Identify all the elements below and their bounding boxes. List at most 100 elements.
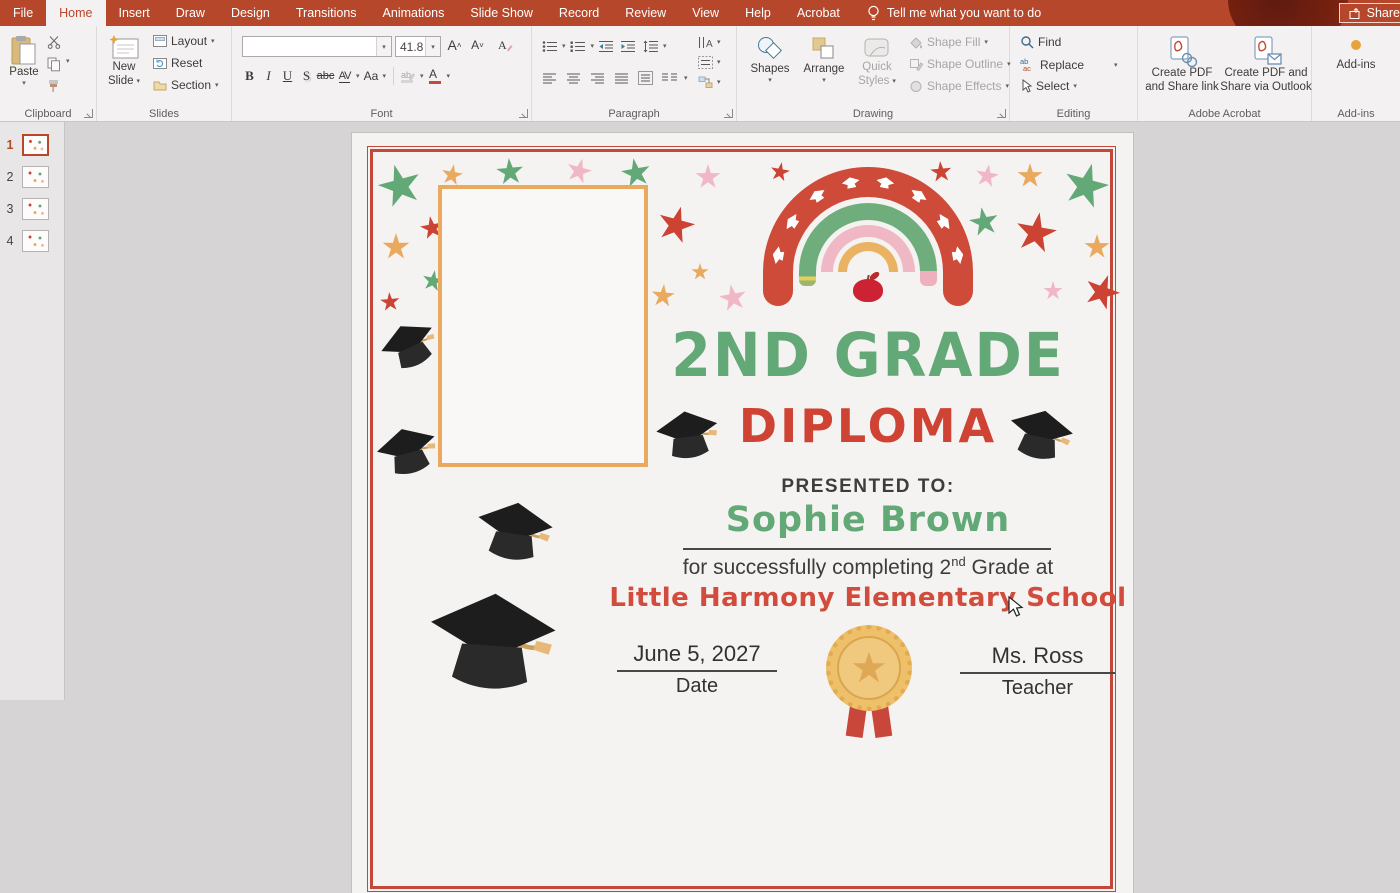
italic-button[interactable]: I <box>259 66 278 86</box>
slide-thumbnail-panel[interactable]: 1 2 3 4 <box>0 122 65 700</box>
numbering-chevron[interactable]: ▾ <box>591 43 595 50</box>
tab-insert[interactable]: Insert <box>106 0 163 26</box>
line-spacing-button[interactable] <box>641 36 660 56</box>
quick-styles-button[interactable]: Quick Styles▾ <box>853 30 901 88</box>
date-signature-block[interactable]: June 5, 2027 Date <box>617 641 777 698</box>
section-button[interactable]: Section▾ <box>153 78 219 92</box>
share-button[interactable]: Share <box>1339 3 1400 23</box>
clipboard-dialog-launcher[interactable] <box>84 109 93 118</box>
character-spacing-button[interactable]: AV <box>335 66 354 86</box>
slide-thumbnail-preview <box>22 230 49 252</box>
tab-view[interactable]: View <box>679 0 732 26</box>
tab-file[interactable]: File <box>0 0 46 26</box>
photo-placeholder[interactable] <box>438 185 648 467</box>
copy-chevron[interactable]: ▾ <box>66 58 70 65</box>
tab-acrobat[interactable]: Acrobat <box>784 0 853 26</box>
change-case-chevron[interactable]: ▾ <box>383 73 387 80</box>
align-left-button[interactable] <box>540 68 559 88</box>
clear-formatting-button[interactable]: A <box>496 35 515 55</box>
font-color-button[interactable]: A <box>426 66 445 86</box>
tab-transitions[interactable]: Transitions <box>283 0 370 26</box>
completing-line-text[interactable]: for successfully completing 2nd Grade at <box>683 554 1053 580</box>
cut-button[interactable] <box>44 32 63 52</box>
new-slide-button[interactable]: New Slide▾ <box>103 30 145 88</box>
font-size-combo[interactable]: 41.8 ▾ <box>395 36 441 57</box>
highlight-button[interactable]: ab <box>399 66 418 86</box>
diploma-title-text[interactable]: DIPLOMA <box>739 399 997 453</box>
text-shadow-button[interactable]: S <box>297 66 316 86</box>
justify-button[interactable] <box>612 68 631 88</box>
shape-outline-button[interactable]: Shape Outline▾ <box>909 57 1011 71</box>
tab-slide-show[interactable]: Slide Show <box>457 0 546 26</box>
slide-thumbnail-4[interactable]: 4 <box>0 228 65 254</box>
paste-button[interactable]: Paste ▾ <box>6 30 42 87</box>
section-label: Section <box>171 78 211 92</box>
shape-fill-button[interactable]: Shape Fill▾ <box>909 35 988 49</box>
character-spacing-chevron[interactable]: ▾ <box>356 73 360 80</box>
slide-thumbnail-2[interactable]: 2 <box>0 164 65 190</box>
arrange-button[interactable]: Arrange ▾ <box>799 30 849 84</box>
font-name-chevron[interactable]: ▾ <box>376 37 391 56</box>
copy-button[interactable] <box>44 54 63 74</box>
highlight-chevron[interactable]: ▾ <box>420 73 424 80</box>
bullets-button[interactable] <box>540 36 559 56</box>
shape-effects-button[interactable]: Shape Effects▾ <box>909 79 1009 93</box>
school-name-text[interactable]: Little Harmony Elementary School <box>609 583 1126 613</box>
tab-review[interactable]: Review <box>612 0 679 26</box>
slide-thumbnail-1[interactable]: 1 <box>0 132 65 158</box>
decrease-indent-button[interactable] <box>597 36 616 56</box>
grade-title-text[interactable]: 2ND GRADE <box>671 321 1065 391</box>
slide-thumbnail-preview <box>22 166 49 188</box>
tab-record[interactable]: Record <box>546 0 612 26</box>
addins-icon <box>1350 39 1362 51</box>
font-name-combo[interactable]: ▾ <box>242 36 392 57</box>
reset-button[interactable]: Reset <box>153 56 202 70</box>
select-button[interactable]: Select▾ <box>1020 79 1077 93</box>
bold-button[interactable]: B <box>240 66 259 86</box>
columns-button[interactable] <box>660 68 679 88</box>
tab-animations[interactable]: Animations <box>370 0 458 26</box>
align-center-button[interactable] <box>564 68 583 88</box>
tab-draw[interactable]: Draw <box>163 0 218 26</box>
group-clipboard: Paste ▾ ▾ Clipboard <box>0 26 97 121</box>
presented-to-text[interactable]: PRESENTED TO: <box>781 476 954 498</box>
tell-me-box[interactable]: Tell me what you want to do <box>867 0 1041 26</box>
tab-design[interactable]: Design <box>218 0 283 26</box>
shapes-button[interactable]: Shapes ▾ <box>747 30 793 84</box>
font-dialog-launcher[interactable] <box>519 109 528 118</box>
align-text-button[interactable]: ▾ <box>698 56 721 69</box>
layout-button[interactable]: Layout▾ <box>153 34 215 48</box>
addins-button[interactable]: Add-ins <box>1330 34 1382 73</box>
bullets-chevron[interactable]: ▾ <box>562 43 566 50</box>
create-pdf-share-outlook-button[interactable]: Create PDF and Share via Outlook <box>1220 30 1312 94</box>
line-spacing-chevron[interactable]: ▾ <box>663 43 667 50</box>
tab-home[interactable]: Home <box>46 0 105 26</box>
medal-graphic[interactable]: ★ <box>826 625 912 711</box>
change-case-button[interactable]: Aa <box>362 66 381 86</box>
distribute-button[interactable] <box>636 68 655 88</box>
font-color-chevron[interactable]: ▾ <box>447 73 451 80</box>
tab-help[interactable]: Help <box>732 0 784 26</box>
slide-thumbnail-3[interactable]: 3 <box>0 196 65 222</box>
find-button[interactable]: Find <box>1020 35 1061 49</box>
create-pdf-share-link-button[interactable]: Create PDF and Share link <box>1140 30 1224 94</box>
convert-smartart-button[interactable]: ▾ <box>698 76 721 89</box>
format-painter-button[interactable] <box>44 76 63 96</box>
replace-button[interactable]: abac Replace <box>1020 57 1084 72</box>
teacher-signature-block[interactable]: Ms. Ross Teacher <box>960 643 1115 700</box>
align-right-button[interactable] <box>588 68 607 88</box>
columns-chevron[interactable]: ▾ <box>684 75 688 82</box>
drawing-dialog-launcher[interactable] <box>997 109 1006 118</box>
increase-font-button[interactable]: A˄ <box>445 35 464 55</box>
decrease-font-button[interactable]: A˅ <box>468 35 487 55</box>
strikethrough-button[interactable]: abc <box>316 66 335 86</box>
student-name-text[interactable]: Sophie Brown <box>726 500 1010 540</box>
text-direction-button[interactable]: A ▾ <box>698 36 721 49</box>
replace-chevron[interactable]: ▾ <box>1114 62 1118 69</box>
increase-indent-button[interactable] <box>619 36 638 56</box>
font-size-chevron[interactable]: ▾ <box>425 37 440 56</box>
slide-canvas[interactable]: 2ND GRADE DIPLOMA PRESENTED TO: Sophie B… <box>352 133 1133 893</box>
numbering-button[interactable] <box>569 36 588 56</box>
underline-button[interactable]: U <box>278 66 297 86</box>
paragraph-dialog-launcher[interactable] <box>724 109 733 118</box>
